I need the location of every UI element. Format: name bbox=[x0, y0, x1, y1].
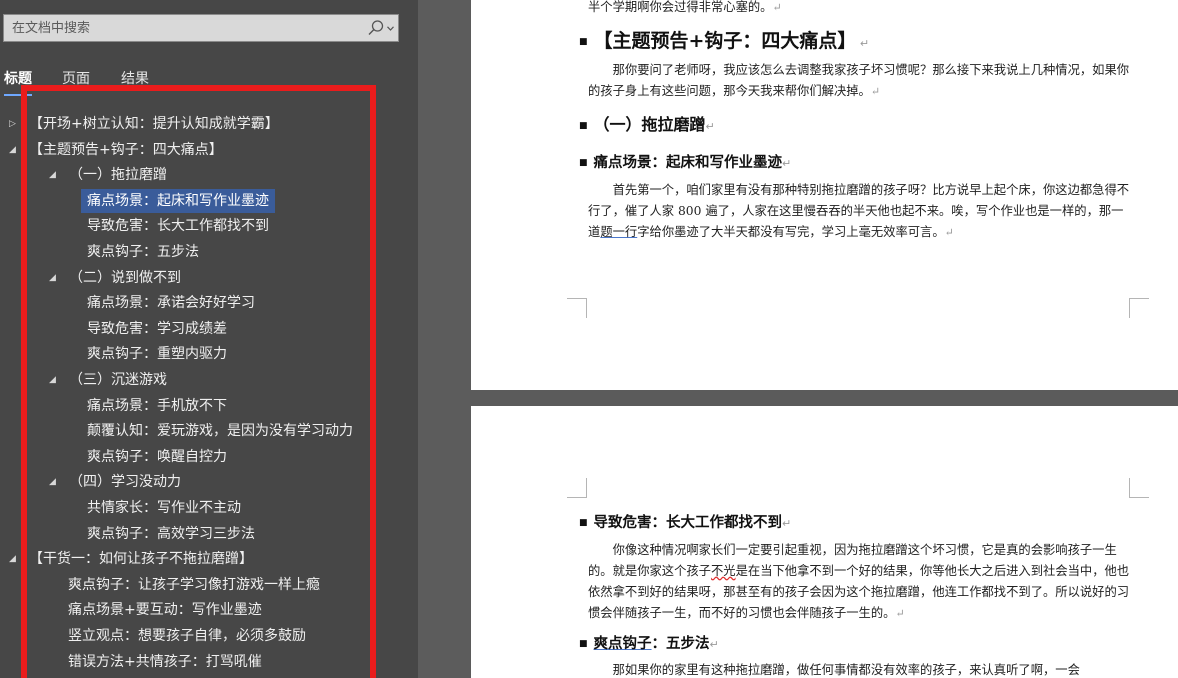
tree-item[interactable]: （一）拖拉磨蹭 bbox=[69, 163, 167, 187]
collapse-triangle-icon[interactable]: ◢ bbox=[49, 368, 56, 392]
tree-item[interactable]: 颠覆认知：爱玩游戏，是因为没有学习动力 bbox=[87, 419, 353, 443]
tree-item[interactable]: （四）学习没动力 bbox=[69, 470, 181, 494]
tree-item[interactable]: 错误方法+共情孩子：打骂吼催 bbox=[68, 650, 262, 674]
search-button[interactable] bbox=[364, 18, 396, 38]
expand-triangle-icon[interactable]: ▷ bbox=[9, 112, 16, 136]
search-box[interactable] bbox=[3, 14, 399, 42]
page-corner-mark bbox=[567, 298, 587, 318]
tree-item[interactable]: 痛点场景：手机放不下 bbox=[87, 394, 227, 418]
page-corner-mark bbox=[567, 478, 587, 498]
tab-headings[interactable]: 标题 bbox=[4, 68, 32, 96]
tree-item[interactable]: 爽点钩子：高效学习三步法 bbox=[87, 522, 255, 546]
collapse-triangle-icon[interactable]: ◢ bbox=[49, 470, 56, 494]
page-corner-mark bbox=[1129, 478, 1149, 498]
tree-item[interactable]: 爽点钩子：让孩子学习像打游戏一样上瘾 bbox=[68, 573, 320, 597]
paragraph: 你像这种情况啊家长们一定要引起重视，因为拖拉磨蹭这个坏习惯，它是真的会影响孩子一… bbox=[588, 543, 1130, 620]
chevron-down-icon bbox=[386, 25, 394, 31]
collapse-triangle-icon[interactable]: ◢ bbox=[49, 266, 56, 290]
tree-item[interactable]: （二）说到做不到 bbox=[69, 266, 181, 290]
collapse-triangle-icon[interactable]: ◢ bbox=[9, 547, 16, 571]
collapse-triangle-icon[interactable]: ◢ bbox=[49, 163, 56, 187]
page-corner-mark bbox=[1129, 298, 1149, 318]
tree-item[interactable]: 痛点场景：承诺会好好学习 bbox=[87, 291, 255, 315]
tree-item[interactable]: 【主题预告+钩子：四大痛点】 bbox=[29, 138, 223, 162]
heading-level3: ■ 痛点场景：起床和写作业墨迹↵ bbox=[579, 155, 792, 171]
paragraph: 首先第一个，咱们家里有没有那种特别拖拉磨蹭的孩子呀？比方说早上起个床，你这边都急… bbox=[588, 183, 1130, 239]
tree-item[interactable]: 导致危害：长大工作都找不到 bbox=[87, 214, 269, 238]
tree-item[interactable]: 爽点钩子：唤醒自控力 bbox=[87, 445, 227, 469]
collapse-triangle-icon[interactable]: ◢ bbox=[9, 138, 16, 162]
tree-item[interactable]: 爽点钩子：五步法 bbox=[87, 240, 199, 264]
magnifier-icon bbox=[367, 20, 383, 35]
paragraph: 那如果你的家里有这种拖拉磨蹭，做任何事情都没有效率的孩子，来认真听了啊，一会 bbox=[612, 663, 1080, 677]
pane-splitter[interactable] bbox=[418, 0, 470, 678]
tree-item[interactable]: 导致危害：学习成绩差 bbox=[87, 317, 227, 341]
paragraph: 那你要问了老师呀，我应该怎么去调整我家孩子坏习惯呢？那么接下来我说上几种情况，如… bbox=[588, 63, 1130, 98]
paragraph: 半个学期啊你会过得非常心塞的。↵ bbox=[588, 0, 782, 14]
heading-level3: ■ 爽点钩子：五步法↵ bbox=[579, 636, 719, 652]
tree-item[interactable]: 爽点钩子：重塑内驱力 bbox=[87, 342, 227, 366]
tree-item-selected[interactable]: 痛点场景：起床和写作业墨迹 bbox=[81, 188, 275, 213]
tree-item[interactable]: 【开场+树立认知：提升认知成就学霸】 bbox=[29, 112, 279, 136]
tab-pages[interactable]: 页面 bbox=[62, 68, 90, 94]
tab-results[interactable]: 结果 bbox=[121, 68, 149, 94]
heading-level2: ■ （一）拖拉磨蹭↵ bbox=[579, 115, 715, 134]
search-input[interactable] bbox=[4, 15, 354, 41]
tree-item[interactable]: 共情家长：写作业不主动 bbox=[87, 496, 241, 520]
tree-item[interactable]: （三）沉迷游戏 bbox=[69, 368, 167, 392]
heading-level3: ■ 导致危害：长大工作都找不到↵ bbox=[579, 515, 792, 531]
document-page-1[interactable]: 半个学期啊你会过得非常心塞的。↵ ■ 【主题预告+钩子：四大痛点】 ↵ 那你要问了… bbox=[471, 0, 1178, 390]
tree-item[interactable]: 痛点场景+要互动：写作业墨迹 bbox=[68, 598, 262, 622]
tree-item[interactable]: 【干货一：如何让孩子不拖拉磨蹭】 bbox=[29, 547, 253, 571]
tree-item[interactable]: 竖立观点：想要孩子自律，必须多鼓励 bbox=[68, 624, 306, 648]
document-page-2[interactable]: ■ 导致危害：长大工作都找不到↵ 你像这种情况啊家长们一定要引起重视，因为拖拉磨蹭… bbox=[471, 406, 1178, 678]
heading-level1: ■ 【主题预告+钩子：四大痛点】 ↵ bbox=[579, 30, 870, 52]
navigation-pane: 标题 页面 结果 ▷ 【开场+树立认知：提升认知成就学霸】 ◢ 【主题预告+钩子… bbox=[0, 0, 418, 678]
